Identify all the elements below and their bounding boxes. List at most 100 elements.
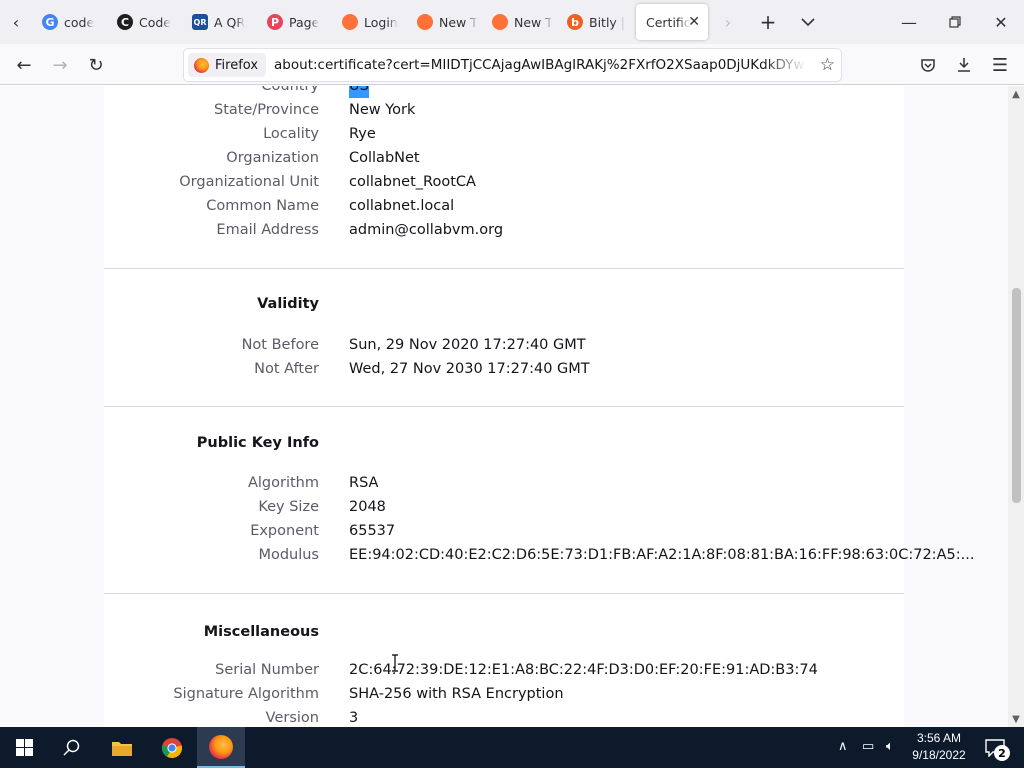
tab-label: A QR: [214, 14, 246, 30]
close-tab-icon[interactable]: ✕: [688, 14, 700, 30]
field-label: Key Size: [258, 499, 319, 515]
field-value[interactable]: 3: [349, 706, 358, 727]
volume-icon[interactable]: 🔈︎: [886, 739, 894, 754]
tab-scroll-left-button[interactable]: ‹: [0, 0, 32, 44]
field-value[interactable]: Wed, 27 Nov 2030 17:27:40 GMT: [349, 357, 590, 381]
close-window-button[interactable]: ✕: [978, 0, 1024, 44]
tab-item[interactable]: Gcode: [32, 4, 107, 40]
field-value[interactable]: CollabNet: [349, 146, 420, 170]
certificate-field-row: Version 3: [104, 706, 904, 727]
qr-code-generator-icon: QR: [192, 14, 208, 30]
close-icon: ✕: [994, 12, 1008, 32]
tab-certificate[interactable]: Certific ✕: [636, 4, 708, 40]
hamburger-menu-icon: ☰: [991, 54, 1009, 76]
back-button[interactable]: ←: [9, 50, 39, 80]
field-value[interactable]: Sun, 29 Nov 2020 17:27:40 GMT: [349, 333, 586, 357]
tab-item[interactable]: New T: [407, 4, 482, 40]
certificate-field-row: Not After Wed, 27 Nov 2030 17:27:40 GMT: [104, 357, 904, 381]
new-tab-button[interactable]: +: [748, 0, 788, 44]
page-icon: P: [267, 14, 283, 30]
pocket-button[interactable]: [913, 50, 943, 80]
show-hidden-icons-icon[interactable]: ∧: [838, 739, 848, 754]
tab-label: Code: [139, 14, 172, 30]
field-label: Modulus: [258, 547, 319, 563]
taskbar-firefox[interactable]: [197, 727, 245, 768]
certificate-field-row: Organization CollabNet: [104, 146, 904, 170]
url-text[interactable]: about:certificate?cert=MIIDTjCCAjagAwIBA…: [274, 57, 806, 73]
firefox-icon: [492, 14, 508, 30]
system-clock[interactable]: 3:56 AM 9/18/2022: [905, 730, 973, 764]
network-icon[interactable]: ▭: [862, 739, 874, 754]
field-value[interactable]: admin@collabvm.org: [349, 218, 503, 242]
bookmark-star-icon[interactable]: ☆: [820, 55, 835, 75]
minimize-button[interactable]: —: [886, 0, 932, 44]
field-value[interactable]: Rye: [349, 122, 376, 146]
arrow-right-icon: →: [52, 54, 68, 76]
text-cursor-icon: [392, 654, 398, 672]
tab-item[interactable]: b Bitly |: [557, 4, 632, 40]
clock-time: 3:56 AM: [916, 731, 962, 745]
certificate-field-row: Organizational Unit collabnet_RootCA: [104, 170, 904, 194]
tab-strip: ‹ Gcode C Code QR A QR P Page Login New T New T bB…: [0, 0, 1024, 44]
address-bar[interactable]: Firefox about:certificate?cert=MIIDTjCCA…: [184, 49, 841, 81]
tab-list: Gcode C Code QR A QR P Page Login New T New T b Bit…: [32, 0, 632, 44]
field-label: State/Province: [214, 102, 319, 118]
field-value[interactable]: 2048: [349, 495, 386, 519]
tab-item[interactable]: C Code: [107, 4, 182, 40]
section-title-public-key-info: Public Key Info: [196, 435, 319, 451]
certificate-field-row: Key Size 2048: [104, 495, 904, 519]
field-label: Signature Algorithm: [173, 686, 319, 702]
taskbar-file-explorer[interactable]: [98, 727, 146, 768]
field-value[interactable]: collabnet_RootCA: [349, 170, 476, 194]
identity-box[interactable]: Firefox: [188, 53, 267, 77]
certificate-viewer: Country US State/Province New York Locality R…: [0, 86, 1008, 727]
firefox-icon: [194, 57, 209, 73]
minimize-icon: —: [901, 12, 917, 32]
field-value[interactable]: EE:94:02:CD:40:E2:C2:D6:5E:73:D1:FB:AF:A…: [349, 543, 974, 567]
search-icon: [63, 739, 80, 756]
certificate-field-row: Country US: [104, 86, 904, 98]
navigation-toolbar: ← → ↻ Firefox about:certificate?cert=MII…: [0, 44, 1024, 85]
field-value[interactable]: US: [349, 86, 369, 98]
certificate-field-row: Modulus EE:94:02:CD:40:E2:C2:D6:5E:73:D1:…: [104, 543, 974, 567]
pocket-icon: [921, 58, 935, 72]
tab-item[interactable]: Login: [332, 4, 407, 40]
list-all-tabs-button[interactable]: [788, 0, 828, 44]
field-value[interactable]: 2C:64:72:39:DE:12:E1:A8:BC:22:4F:D3:D0:E…: [349, 658, 818, 682]
plus-icon: +: [759, 10, 777, 34]
field-value[interactable]: SHA-256 with RSA Encryption: [349, 682, 564, 706]
certificate-field-row: Signature Algorithm SHA-256 with RSA Encr…: [104, 682, 904, 706]
field-value[interactable]: collabnet.local: [349, 194, 454, 218]
tab-item[interactable]: QR A QR: [182, 4, 257, 40]
search-button[interactable]: [48, 727, 96, 768]
start-button[interactable]: [0, 727, 48, 768]
tab-scroll-right-button[interactable]: ›: [708, 0, 748, 44]
validity-section: Validity Not Before Sun, 29 Nov 2020 17:2…: [104, 269, 904, 406]
field-label: Exponent: [250, 523, 319, 539]
restore-button[interactable]: [932, 0, 978, 44]
field-label: Country: [261, 86, 319, 94]
chrome-icon: [161, 737, 183, 758]
app-menu-button[interactable]: ☰: [985, 50, 1015, 80]
scroll-up-arrow-icon[interactable]: ▲: [1008, 86, 1024, 102]
restore-icon: [949, 16, 961, 28]
forward-button[interactable]: →: [45, 50, 75, 80]
windows-taskbar: ∧ ▭ 🔈︎ 3:56 AM 9/18/2022 2: [0, 727, 1024, 768]
public-key-info-section: Public Key Info Algorithm RSA Key Size 2048…: [104, 407, 974, 593]
field-value[interactable]: 65537: [349, 519, 395, 543]
field-value[interactable]: RSA: [349, 471, 378, 495]
field-value[interactable]: New York: [349, 98, 415, 122]
reload-button[interactable]: ↻: [81, 50, 111, 80]
vertical-scrollbar[interactable]: ▲ ▼: [1008, 86, 1024, 727]
action-center-button[interactable]: 2: [978, 733, 1012, 763]
scrollbar-thumb[interactable]: [1012, 288, 1021, 503]
taskbar-chrome[interactable]: [148, 727, 196, 768]
field-label: Not Before: [241, 337, 319, 353]
tab-label: New T: [514, 14, 553, 30]
scroll-down-arrow-icon[interactable]: ▼: [1008, 711, 1024, 727]
tab-item[interactable]: P Page: [257, 4, 332, 40]
downloads-button[interactable]: [949, 50, 979, 80]
reload-icon: ↻: [88, 54, 104, 76]
miscellaneous-section: Miscellaneous Serial Number 2C:64:72:39:D…: [104, 594, 904, 727]
tab-item[interactable]: New T: [482, 4, 557, 40]
